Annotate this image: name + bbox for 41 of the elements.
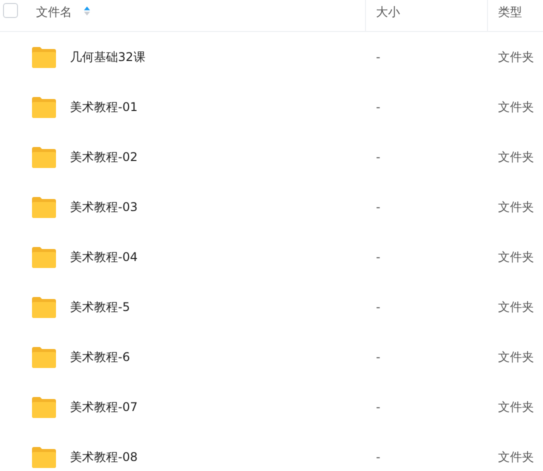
column-header[interactable]: 类型 <box>498 4 522 21</box>
file-name[interactable]: 美术教程-02 <box>70 148 138 166</box>
file-size: - <box>376 50 380 64</box>
folder-icon <box>32 346 56 368</box>
file-size: - <box>376 200 380 214</box>
folder-icon <box>32 46 56 68</box>
file-name[interactable]: 几何基础32课 <box>70 48 146 66</box>
file-name[interactable]: 美术教程-6 <box>70 348 130 366</box>
file-size: - <box>376 100 380 114</box>
file-type: 文件夹 <box>498 148 534 166</box>
file-size: - <box>376 250 380 264</box>
file-size: - <box>376 350 380 364</box>
column-header[interactable]: 大小 <box>376 4 400 21</box>
file-size: - <box>376 450 380 464</box>
file-name[interactable]: 美术教程-5 <box>70 298 130 316</box>
file-type: 文件夹 <box>498 348 534 366</box>
file-size: - <box>376 300 380 314</box>
file-type: 文件夹 <box>498 198 534 216</box>
file-name[interactable]: 美术教程-03 <box>70 198 138 216</box>
sort-icon[interactable] <box>84 6 90 16</box>
folder-icon <box>32 196 56 218</box>
file-name[interactable]: 美术教程-04 <box>70 248 138 266</box>
file-name[interactable]: 美术教程-01 <box>70 98 138 116</box>
file-type: 文件夹 <box>498 448 534 466</box>
file-type: 文件夹 <box>498 248 534 266</box>
file-name[interactable]: 美术教程-07 <box>70 398 138 416</box>
folder-icon <box>32 296 56 318</box>
file-type: 文件夹 <box>498 48 534 66</box>
folder-icon <box>32 446 56 468</box>
folder-icon <box>32 246 56 268</box>
folder-icon <box>32 396 56 418</box>
file-type: 文件夹 <box>498 298 534 316</box>
file-name[interactable]: 美术教程-08 <box>70 448 138 466</box>
folder-icon <box>32 146 56 168</box>
file-size: - <box>376 400 380 414</box>
file-size: - <box>376 150 380 164</box>
file-type: 文件夹 <box>498 398 534 416</box>
folder-icon <box>32 96 56 118</box>
file-type: 文件夹 <box>498 98 534 116</box>
select-all-checkbox[interactable] <box>3 3 18 18</box>
column-header[interactable]: 文件名 <box>36 4 72 21</box>
